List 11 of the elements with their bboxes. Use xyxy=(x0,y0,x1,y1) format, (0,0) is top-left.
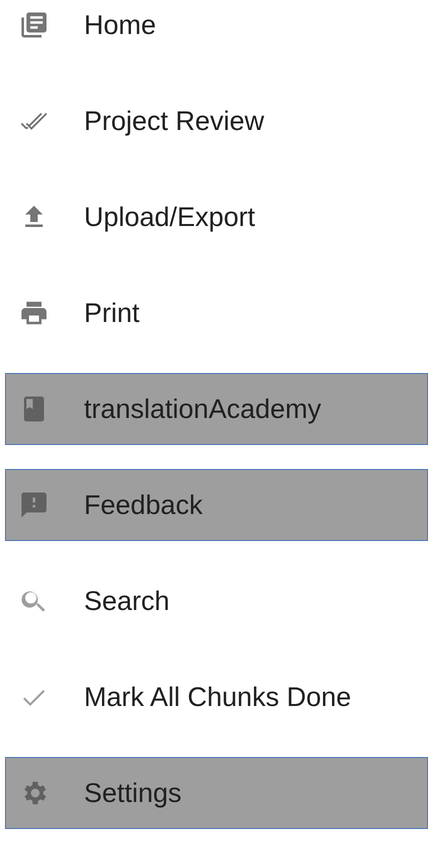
menu-item[interactable]: Project Review xyxy=(5,85,428,157)
newspaper-icon xyxy=(19,10,49,40)
menu-item[interactable]: Print xyxy=(5,277,428,349)
menu-item[interactable]: Home xyxy=(5,0,428,61)
menu-item[interactable]: Settings xyxy=(5,757,428,829)
menu-item[interactable]: Search xyxy=(5,565,428,637)
menu-item[interactable]: Mark All Chunks Done xyxy=(5,661,428,733)
menu-item[interactable]: Upload/Export xyxy=(5,181,428,253)
menu-item[interactable]: Feedback xyxy=(5,469,428,541)
feedback-icon xyxy=(19,490,49,520)
menu-item[interactable]: translationAcademy xyxy=(5,373,428,445)
